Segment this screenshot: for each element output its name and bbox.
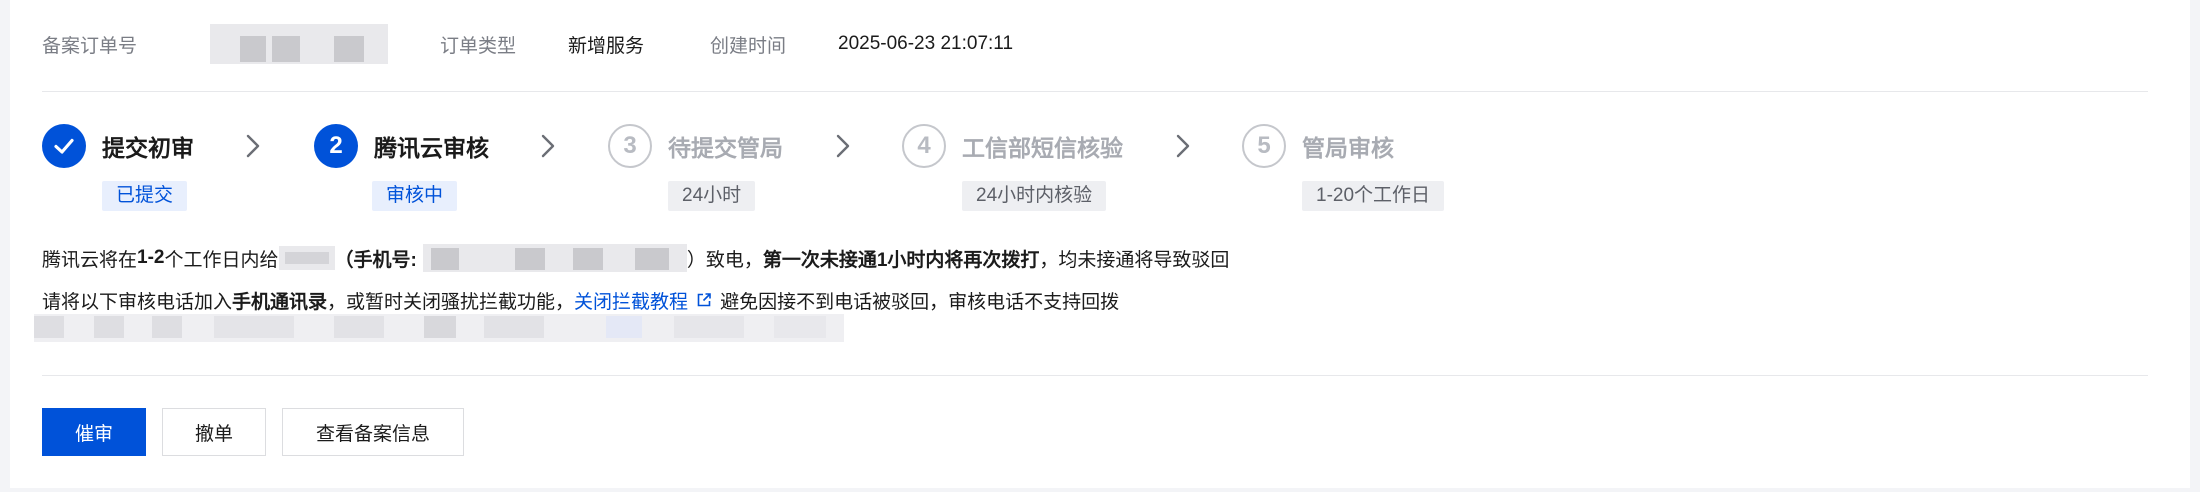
withdraw-button[interactable]: 撤单	[162, 408, 266, 456]
step-number: 5	[1242, 124, 1286, 168]
notice-retry: 第一次未接通1小时内将再次拨打	[762, 249, 1040, 271]
divider-top	[42, 91, 2148, 92]
divider-bottom	[42, 375, 2148, 376]
status-badge: 24小时	[668, 181, 756, 211]
order-type-value: 新增服务	[568, 35, 645, 57]
chevron-right-icon	[541, 134, 555, 158]
phone-redacted	[422, 244, 687, 272]
created-time-label: 创建时间	[710, 35, 787, 57]
step-title: 工信部短信核验	[962, 135, 1123, 161]
notice-text: 腾讯云将在	[42, 249, 138, 271]
order-meta: 备案订单号 订单类型 新增服务 创建时间 2025-06-23 21:07:11	[42, 24, 1013, 64]
status-badge: 1-20个工作日	[1302, 181, 1445, 211]
chevron-right-icon	[1176, 134, 1190, 158]
contact-notice: 请将以下审核电话加入 手机通讯录 ，或暂时关闭骚扰拦截功能， 关闭拦截教程 避免…	[42, 286, 1119, 314]
step-title: 管局审核	[1302, 135, 1394, 161]
call-notice: 腾讯云将在 1-2 个工作日内给 （手机号: ）致电， 第一次未接通1小时内将再…	[42, 244, 1229, 272]
review-phones-redacted	[34, 314, 844, 342]
external-link-icon[interactable]	[696, 292, 712, 308]
status-badge: 24小时内核验	[962, 181, 1107, 211]
notice-text: ）致电，	[686, 249, 763, 271]
chevron-right-icon	[836, 134, 850, 158]
check-icon	[42, 124, 86, 168]
notice-text: 个工作日内给	[164, 249, 279, 271]
status-badge: 已提交	[102, 181, 188, 211]
notice-contacts: 手机通讯录	[232, 291, 328, 313]
step-number: 3	[608, 124, 652, 168]
step-bureau-review: 5 管局审核	[1242, 124, 1394, 168]
status-badge: 审核中	[372, 181, 458, 211]
step-number: 4	[902, 124, 946, 168]
created-time-value: 2025-06-23 21:07:11	[838, 33, 1014, 54]
view-filing-info-button[interactable]: 查看备案信息	[282, 408, 464, 456]
step-title: 待提交管局	[668, 135, 783, 161]
block-tutorial-link[interactable]: 关闭拦截教程	[574, 287, 688, 314]
order-card: 备案订单号 订单类型 新增服务 创建时间 2025-06-23 21:07:11…	[10, 0, 2190, 488]
order-number-label: 备案订单号	[42, 35, 138, 57]
step-title: 腾讯云审核	[374, 135, 489, 161]
order-number-redacted	[210, 24, 388, 64]
step-sms-verify: 4 工信部短信核验	[902, 124, 1123, 168]
step-pending-bureau: 3 待提交管局	[608, 124, 783, 168]
chevron-right-icon	[246, 134, 260, 158]
order-type-label: 订单类型	[440, 35, 517, 57]
phone-label: （手机号:	[334, 249, 417, 271]
step-submit-initial: 提交初审	[42, 124, 194, 168]
step-number: 2	[314, 124, 358, 168]
urge-review-button[interactable]: 催审	[42, 408, 146, 456]
notice-days: 1-2	[137, 247, 165, 268]
notice-text: 避免因接不到电话被驳回，审核电话不支持回拨	[720, 291, 1120, 313]
notice-text: 请将以下审核电话加入	[42, 291, 233, 313]
notice-text: ，或暂时关闭骚扰拦截功能，	[327, 291, 575, 313]
step-tencent-review: 2 腾讯云审核	[314, 124, 489, 168]
notice-text: ，均未接通将导致驳回	[1039, 249, 1230, 271]
name-redacted	[278, 246, 335, 270]
step-title: 提交初审	[102, 135, 194, 161]
